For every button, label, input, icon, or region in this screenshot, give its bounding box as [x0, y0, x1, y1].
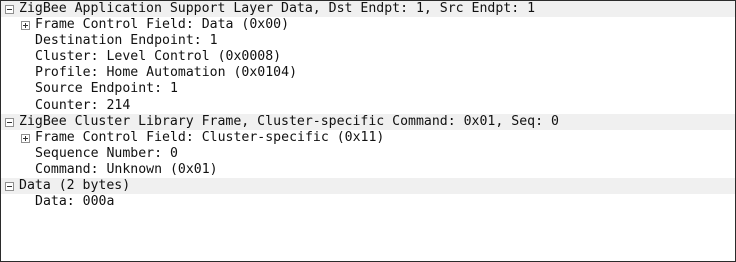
tree-node-label: ZigBee Cluster Library Frame, Cluster-sp…: [19, 113, 559, 129]
tree-node-data[interactable]: Data (2 bytes): [1, 178, 735, 195]
tree-node-zbee-zcl[interactable]: ZigBee Cluster Library Frame, Cluster-sp…: [1, 113, 735, 130]
tree-node-aps-frame-control[interactable]: Frame Control Field: Data (0x00): [1, 17, 735, 33]
tree-item-sequence-number[interactable]: Sequence Number: 0: [1, 146, 735, 162]
collapse-icon[interactable]: [5, 182, 14, 192]
tree-node-label: Data (2 bytes): [19, 178, 131, 194]
tree-node-zcl-frame-control[interactable]: Frame Control Field: Cluster-specific (0…: [1, 130, 735, 146]
tree-item-profile[interactable]: Profile: Home Automation (0x0104): [1, 65, 735, 81]
packet-details-pane[interactable]: ZigBee Application Support Layer Data, D…: [0, 0, 736, 262]
tree-item-counter[interactable]: Counter: 214: [1, 98, 735, 114]
collapse-icon[interactable]: [5, 5, 14, 14]
tree-node-label: ZigBee Application Support Layer Data, D…: [19, 1, 536, 16]
expand-icon[interactable]: [21, 21, 30, 31]
tree-node-label: Frame Control Field: Data (0x00): [35, 17, 290, 33]
tree-item-source-endpoint[interactable]: Source Endpoint: 1: [1, 81, 735, 97]
tree-node-label: Frame Control Field: Cluster-specific (0…: [35, 129, 385, 145]
tree-item-data-bytes[interactable]: Data: 000a: [1, 194, 735, 210]
tree-item-cluster[interactable]: Cluster: Level Control (0x0008): [1, 49, 735, 65]
tree-item-label: Profile: Home Automation (0x0104): [35, 65, 298, 81]
tree-item-label: Sequence Number: 0: [35, 145, 178, 161]
expand-icon[interactable]: [21, 133, 30, 143]
tree-item-label: Command: Unknown (0x01): [35, 161, 218, 177]
tree-node-zbee-aps[interactable]: ZigBee Application Support Layer Data, D…: [1, 1, 735, 18]
tree-item-command[interactable]: Command: Unknown (0x01): [1, 162, 735, 178]
tree-item-label: Data: 000a: [35, 194, 115, 210]
tree-item-label: Source Endpoint: 1: [35, 81, 178, 97]
tree-item-label: Counter: 214: [35, 97, 131, 113]
tree-item-label: Cluster: Level Control (0x0008): [35, 49, 282, 65]
tree-item-destination-endpoint[interactable]: Destination Endpoint: 1: [1, 33, 735, 49]
tree-item-label: Destination Endpoint: 1: [35, 33, 218, 49]
collapse-icon[interactable]: [5, 117, 14, 127]
